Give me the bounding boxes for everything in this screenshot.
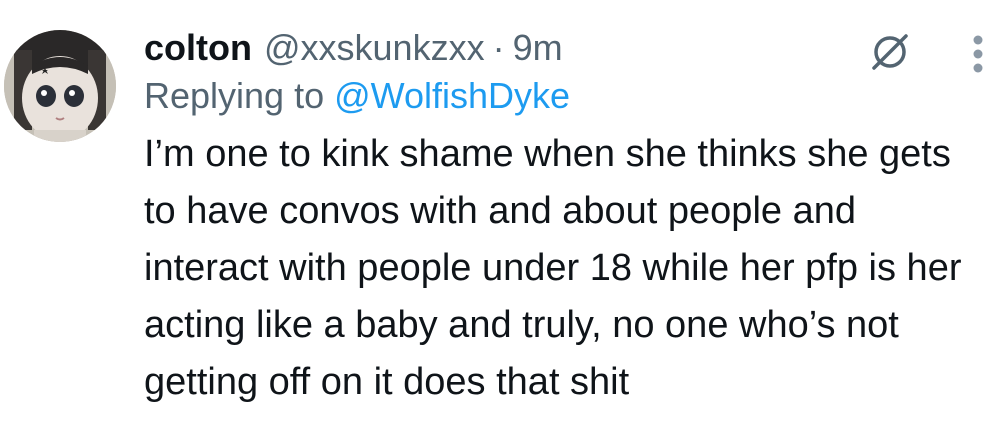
tweet: colton @xxskunkzxx · 9m Replying to @Wol… <box>0 0 1007 431</box>
tweet-header: colton @xxskunkzxx · 9m <box>144 24 984 72</box>
user-handle[interactable]: @xxskunkzxx <box>264 24 485 72</box>
replying-to-link[interactable]: @WolfishDyke <box>334 75 570 116</box>
more-options-icon[interactable] <box>972 34 984 74</box>
grok-slash-icon[interactable] <box>868 30 912 74</box>
tweet-content: colton @xxskunkzxx · 9m Replying to @Wol… <box>144 24 984 411</box>
replying-prefix: Replying to <box>144 75 335 116</box>
replying-to-line: Replying to @WolfishDyke <box>144 72 984 124</box>
display-name[interactable]: colton <box>144 24 252 72</box>
avatar[interactable] <box>4 30 116 142</box>
tweet-text: I’m one to kink shame when she thinks sh… <box>144 133 962 403</box>
separator-dot: · <box>492 27 505 68</box>
timestamp[interactable]: 9m <box>513 24 563 72</box>
avatar-image <box>4 30 116 142</box>
